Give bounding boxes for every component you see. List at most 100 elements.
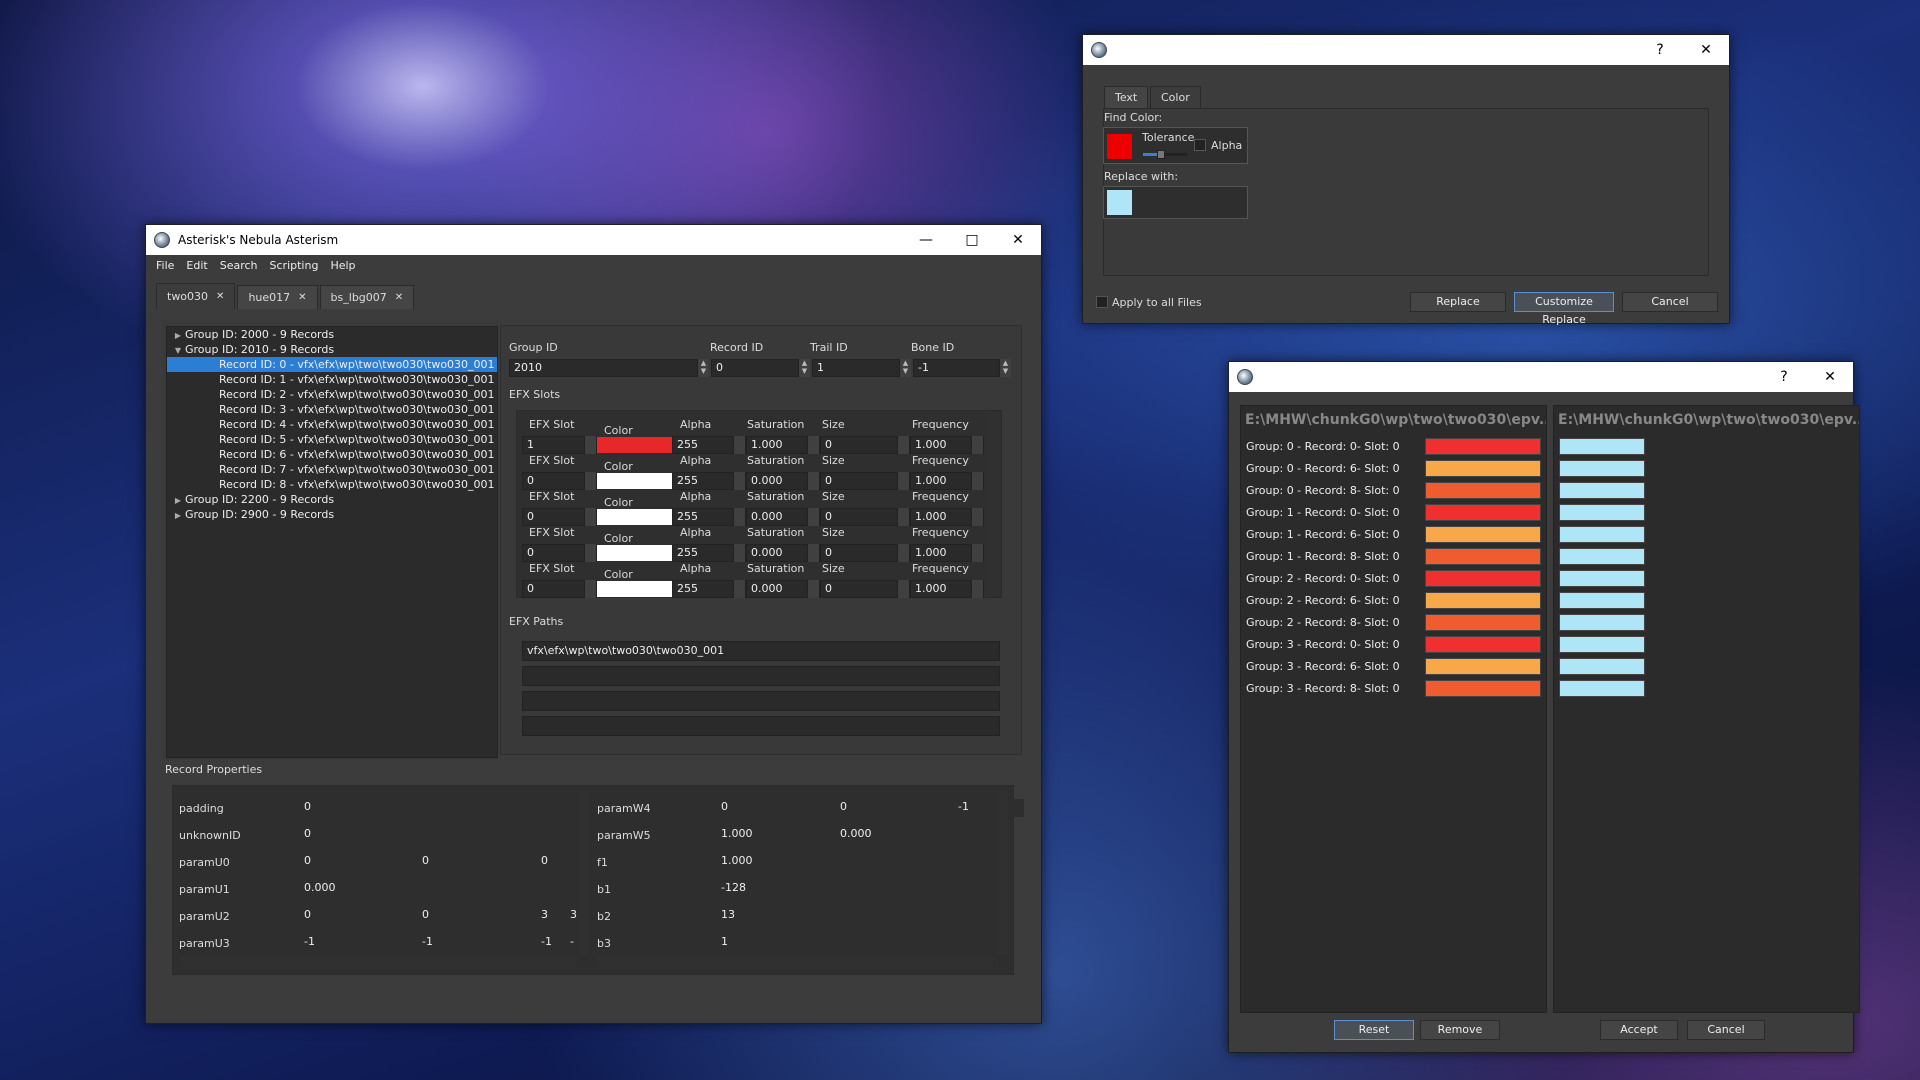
slot-index-spinner[interactable] bbox=[584, 580, 596, 598]
slot-color-swatch[interactable] bbox=[597, 581, 672, 597]
prop-value-field[interactable]: 1.000 bbox=[717, 853, 787, 871]
expand-arrow-icon[interactable]: ▼ bbox=[171, 343, 185, 358]
pin-icon[interactable]: ✕ bbox=[395, 292, 403, 303]
prop-value-field[interactable]: 13 bbox=[717, 907, 787, 925]
remove-button[interactable]: Remove bbox=[1420, 1020, 1500, 1040]
original-color-swatch[interactable] bbox=[1425, 636, 1541, 653]
trail-id-spinner[interactable]: ▲ ▼ bbox=[899, 359, 911, 377]
slot-saturation-spinner[interactable] bbox=[807, 580, 819, 598]
slot-index-spinner[interactable] bbox=[584, 472, 596, 490]
slot-saturation-spinner[interactable] bbox=[807, 508, 819, 526]
pin-icon[interactable]: ✕ bbox=[298, 292, 306, 303]
original-color-swatch[interactable] bbox=[1425, 526, 1541, 543]
replace-row[interactable]: Group: 0 - Record: 8- Slot: 0 bbox=[1241, 480, 1546, 502]
props-left-vscroll[interactable] bbox=[578, 792, 590, 954]
slot-saturation-spinner[interactable] bbox=[807, 544, 819, 562]
tolerance-slider[interactable] bbox=[1143, 150, 1187, 159]
close-button[interactable]: ✕ bbox=[1683, 35, 1729, 65]
original-color-swatch[interactable] bbox=[1425, 438, 1541, 455]
menu-help[interactable]: Help bbox=[324, 259, 361, 272]
new-color-swatch[interactable] bbox=[1559, 548, 1645, 565]
trail-id-field[interactable]: 1 bbox=[812, 359, 911, 377]
replace-row[interactable]: Group: 0 - Record: 0- Slot: 0 bbox=[1241, 436, 1546, 458]
tree-item[interactable]: Record ID: 2 - vfx\efx\wp\two\two030\two… bbox=[167, 387, 497, 402]
slot-size-spinner[interactable] bbox=[897, 580, 909, 598]
slot-color-swatch[interactable] bbox=[597, 473, 672, 489]
replace-row[interactable]: Group: 2 - Record: 6- Slot: 0 bbox=[1241, 590, 1546, 612]
slot-color-swatch[interactable] bbox=[597, 545, 672, 561]
file-tab-two030[interactable]: two030 ✕ bbox=[156, 283, 236, 309]
tree-item[interactable]: Record ID: 0 - vfx\efx\wp\two\two030\two… bbox=[167, 357, 497, 372]
new-color-swatch[interactable] bbox=[1559, 482, 1645, 499]
new-color-swatch[interactable] bbox=[1559, 680, 1645, 697]
minimize-button[interactable]: — bbox=[903, 225, 949, 255]
original-color-swatch[interactable] bbox=[1425, 614, 1541, 631]
help-button[interactable]: ? bbox=[1637, 35, 1683, 65]
new-color-swatch[interactable] bbox=[1559, 504, 1645, 521]
efx-path-field[interactable] bbox=[522, 691, 1000, 711]
slot-index-spinner[interactable] bbox=[584, 508, 596, 526]
record-id-field[interactable]: 0 bbox=[711, 359, 810, 377]
record-tree[interactable]: ▶ Group ID: 2000 - 9 Records ▼ Group ID: 20… bbox=[166, 326, 498, 758]
apply-all-checkbox[interactable] bbox=[1096, 296, 1108, 308]
close-button[interactable]: ✕ bbox=[1807, 362, 1853, 392]
original-color-swatch[interactable] bbox=[1425, 592, 1541, 609]
prop-value-field[interactable]: -128 bbox=[717, 880, 787, 898]
slot-size-spinner[interactable] bbox=[897, 472, 909, 490]
new-color-swatch[interactable] bbox=[1559, 438, 1645, 455]
tab-text[interactable]: Text bbox=[1104, 86, 1149, 108]
original-color-swatch[interactable] bbox=[1425, 548, 1541, 565]
slot-alpha-spinner[interactable] bbox=[733, 544, 745, 562]
prop-value-field[interactable]: 0 bbox=[300, 907, 418, 925]
find-color-swatch[interactable] bbox=[1107, 134, 1132, 159]
bone-id-spinner[interactable]: ▲ ▼ bbox=[999, 359, 1011, 377]
tree-item[interactable]: ▶ Group ID: 2200 - 9 Records bbox=[167, 492, 497, 507]
prop-value-field[interactable]: -1 bbox=[537, 934, 566, 952]
slot-saturation-spinner[interactable] bbox=[807, 472, 819, 490]
tree-item[interactable]: Record ID: 3 - vfx\efx\wp\two\two030\two… bbox=[167, 402, 497, 417]
tree-item[interactable]: Record ID: 1 - vfx\efx\wp\two\two030\two… bbox=[167, 372, 497, 387]
menu-search[interactable]: Search bbox=[214, 259, 264, 272]
prop-value-field[interactable]: 0 bbox=[717, 799, 836, 817]
expand-arrow-icon[interactable]: ▶ bbox=[171, 493, 185, 508]
prop-value-field[interactable]: 0 bbox=[418, 907, 537, 925]
prop-value-field[interactable]: 0 bbox=[300, 853, 418, 871]
alpha-checkbox[interactable] bbox=[1194, 139, 1206, 151]
close-button[interactable]: ✕ bbox=[995, 225, 1041, 255]
prop-value-field[interactable]: -1 bbox=[300, 934, 418, 952]
prop-value-field[interactable]: 0.000 bbox=[836, 826, 906, 844]
original-color-swatch[interactable] bbox=[1425, 658, 1541, 675]
props-right-vscroll[interactable] bbox=[996, 792, 1008, 954]
prop-value-field[interactable]: 1 bbox=[717, 934, 787, 952]
bone-id-field[interactable]: -1 bbox=[913, 359, 1011, 377]
slot-saturation-spinner[interactable] bbox=[807, 436, 819, 454]
help-button[interactable]: ? bbox=[1761, 362, 1807, 392]
props-left-hscroll[interactable] bbox=[180, 956, 576, 968]
slot-alpha-spinner[interactable] bbox=[733, 580, 745, 598]
pin-icon[interactable]: ✕ bbox=[216, 291, 224, 302]
efx-path-field[interactable]: vfx\efx\wp\two\two030\two030_001 bbox=[522, 641, 1000, 661]
group-id-spinner[interactable]: ▲ ▼ bbox=[697, 359, 709, 377]
tree-item[interactable]: ▶ Group ID: 2000 - 9 Records bbox=[167, 327, 497, 342]
tree-item[interactable]: ▶ Group ID: 2900 - 9 Records bbox=[167, 507, 497, 522]
slot-color-swatch[interactable] bbox=[597, 509, 672, 525]
tab-color[interactable]: Color bbox=[1150, 86, 1201, 108]
find-dialog-title-bar[interactable]: ? ✕ bbox=[1083, 35, 1729, 65]
slot-index-spinner[interactable] bbox=[584, 544, 596, 562]
slot-frequency-spinner[interactable] bbox=[971, 472, 983, 490]
tree-item[interactable]: Record ID: 6 - vfx\efx\wp\two\two030\two… bbox=[167, 447, 497, 462]
prop-value-field[interactable]: 1.000 bbox=[717, 826, 836, 844]
customize-replace-button[interactable]: Customize Replace bbox=[1514, 292, 1614, 326]
slot-size-spinner[interactable] bbox=[897, 544, 909, 562]
tree-item[interactable]: ▼ Group ID: 2010 - 9 Records bbox=[167, 342, 497, 357]
prop-value-field[interactable]: 3 bbox=[537, 907, 566, 925]
slot-frequency-spinner[interactable] bbox=[971, 580, 983, 598]
main-title-bar[interactable]: Asterisk's Nebula Asterism — □ ✕ bbox=[146, 225, 1041, 255]
cancel-button[interactable]: Cancel bbox=[1622, 292, 1718, 312]
file-tab-bs_lbg007[interactable]: bs_lbg007 ✕ bbox=[319, 285, 415, 309]
replace-row[interactable]: Group: 3 - Record: 6- Slot: 0 bbox=[1241, 656, 1546, 678]
expand-arrow-icon[interactable]: ▶ bbox=[171, 328, 185, 343]
slot-alpha-spinner[interactable] bbox=[733, 436, 745, 454]
props-right-hscroll[interactable] bbox=[597, 956, 993, 968]
new-color-swatch[interactable] bbox=[1559, 658, 1645, 675]
